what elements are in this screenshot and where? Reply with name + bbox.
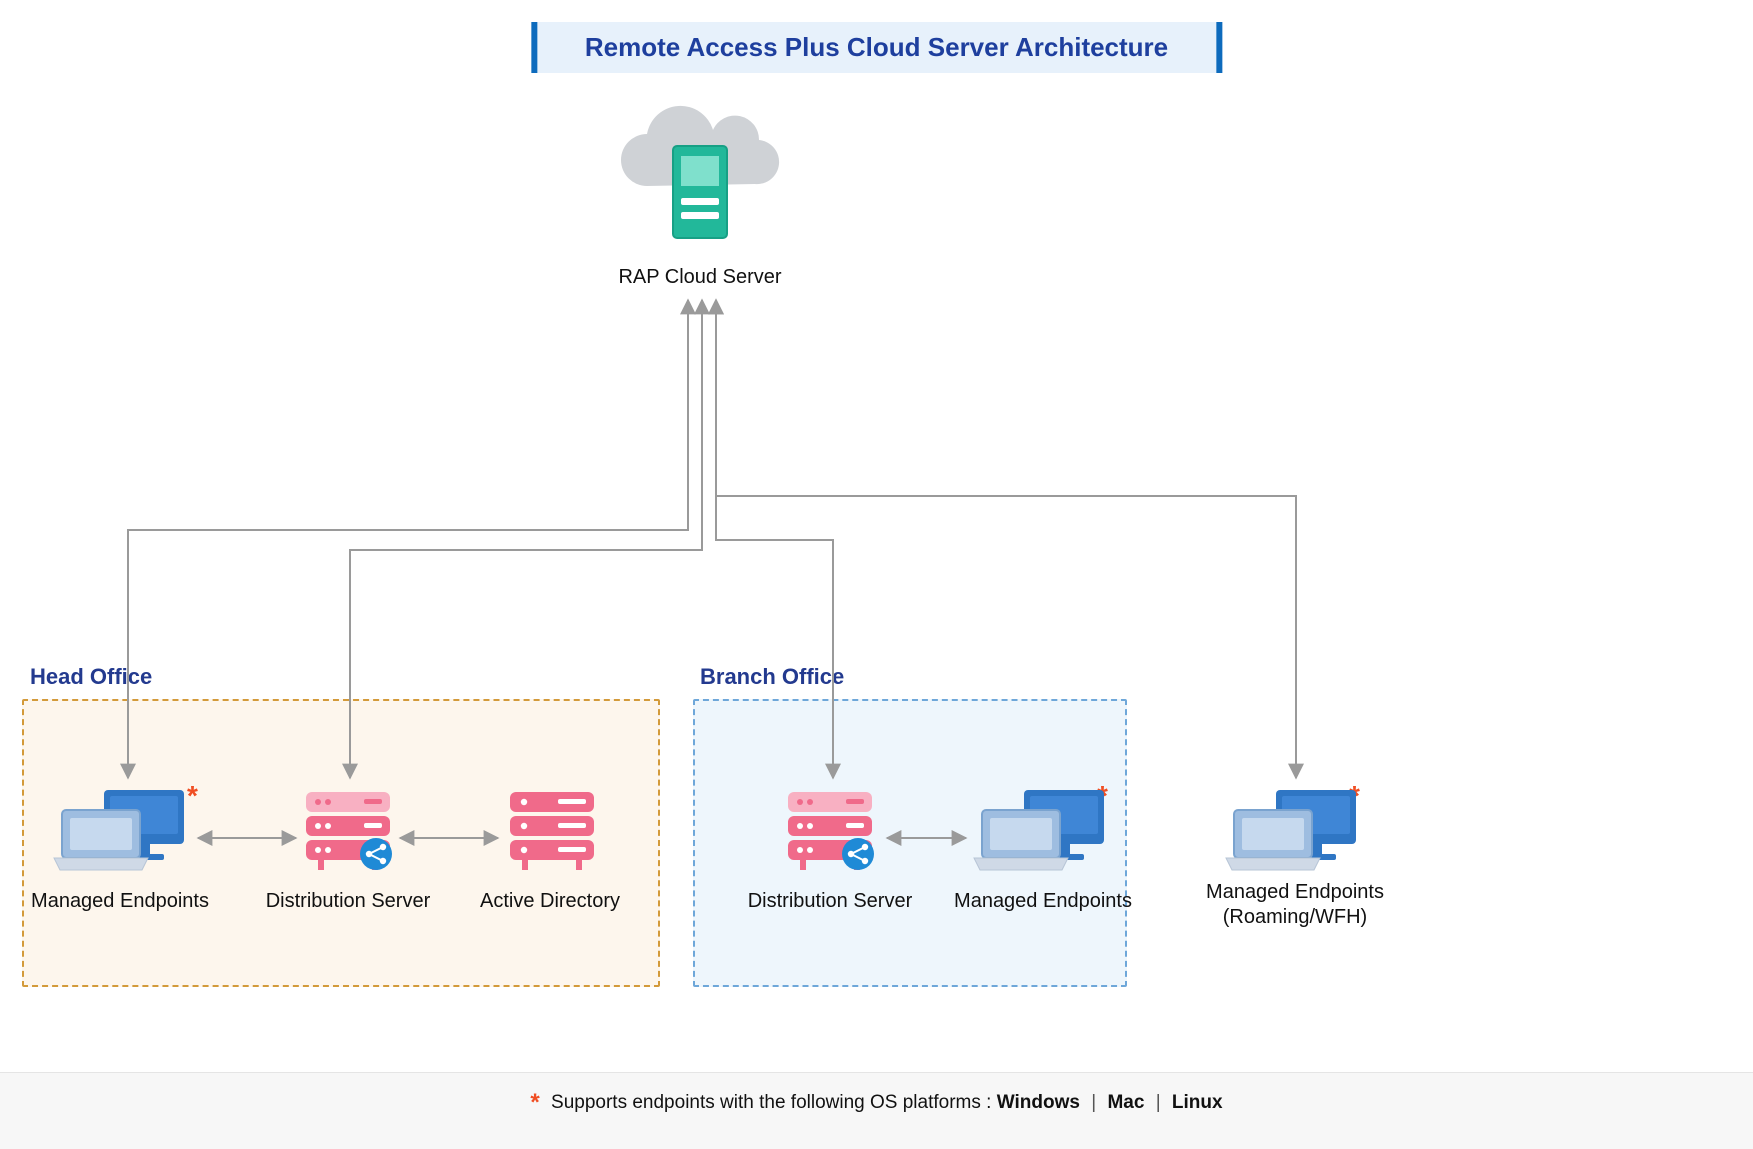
branch-office-group (693, 699, 1127, 987)
roaming-label-line1: Managed Endpoints (1206, 881, 1384, 903)
asterisk-icon: * (1349, 780, 1360, 812)
ho-ad-label: Active Directory (420, 890, 680, 913)
diagram-title: Remote Access Plus Cloud Server Architec… (585, 32, 1168, 63)
footer-platform-0: Windows (997, 1092, 1080, 1113)
separator: | (1091, 1092, 1096, 1113)
managed-endpoints-icon (1226, 790, 1356, 870)
separator: | (1156, 1092, 1161, 1113)
cloud-server-label: RAP Cloud Server (570, 266, 830, 289)
roaming-label: Managed Endpoints (Roaming/WFH) (1165, 880, 1425, 930)
roaming-label-line2: (Roaming/WFH) (1223, 906, 1367, 928)
branch-office-header: Branch Office (700, 664, 844, 690)
bo-endpoints-label: Managed Endpoints (913, 890, 1173, 913)
footer-note: * Supports endpoints with the following … (0, 1072, 1753, 1149)
cloud-server-icon (621, 106, 779, 238)
asterisk-icon: * (1097, 780, 1108, 812)
asterisk-icon: * (187, 780, 198, 812)
ho-endpoints-label: Managed Endpoints (0, 890, 250, 913)
footer-platform-1: Mac (1107, 1092, 1144, 1113)
footer-platform-2: Linux (1172, 1092, 1223, 1113)
footer-prefix: Supports endpoints with the following OS… (551, 1092, 991, 1113)
head-office-header: Head Office (30, 664, 152, 690)
diagram-title-banner: Remote Access Plus Cloud Server Architec… (531, 22, 1222, 73)
asterisk-icon: * (530, 1089, 539, 1116)
head-office-group (22, 699, 660, 987)
